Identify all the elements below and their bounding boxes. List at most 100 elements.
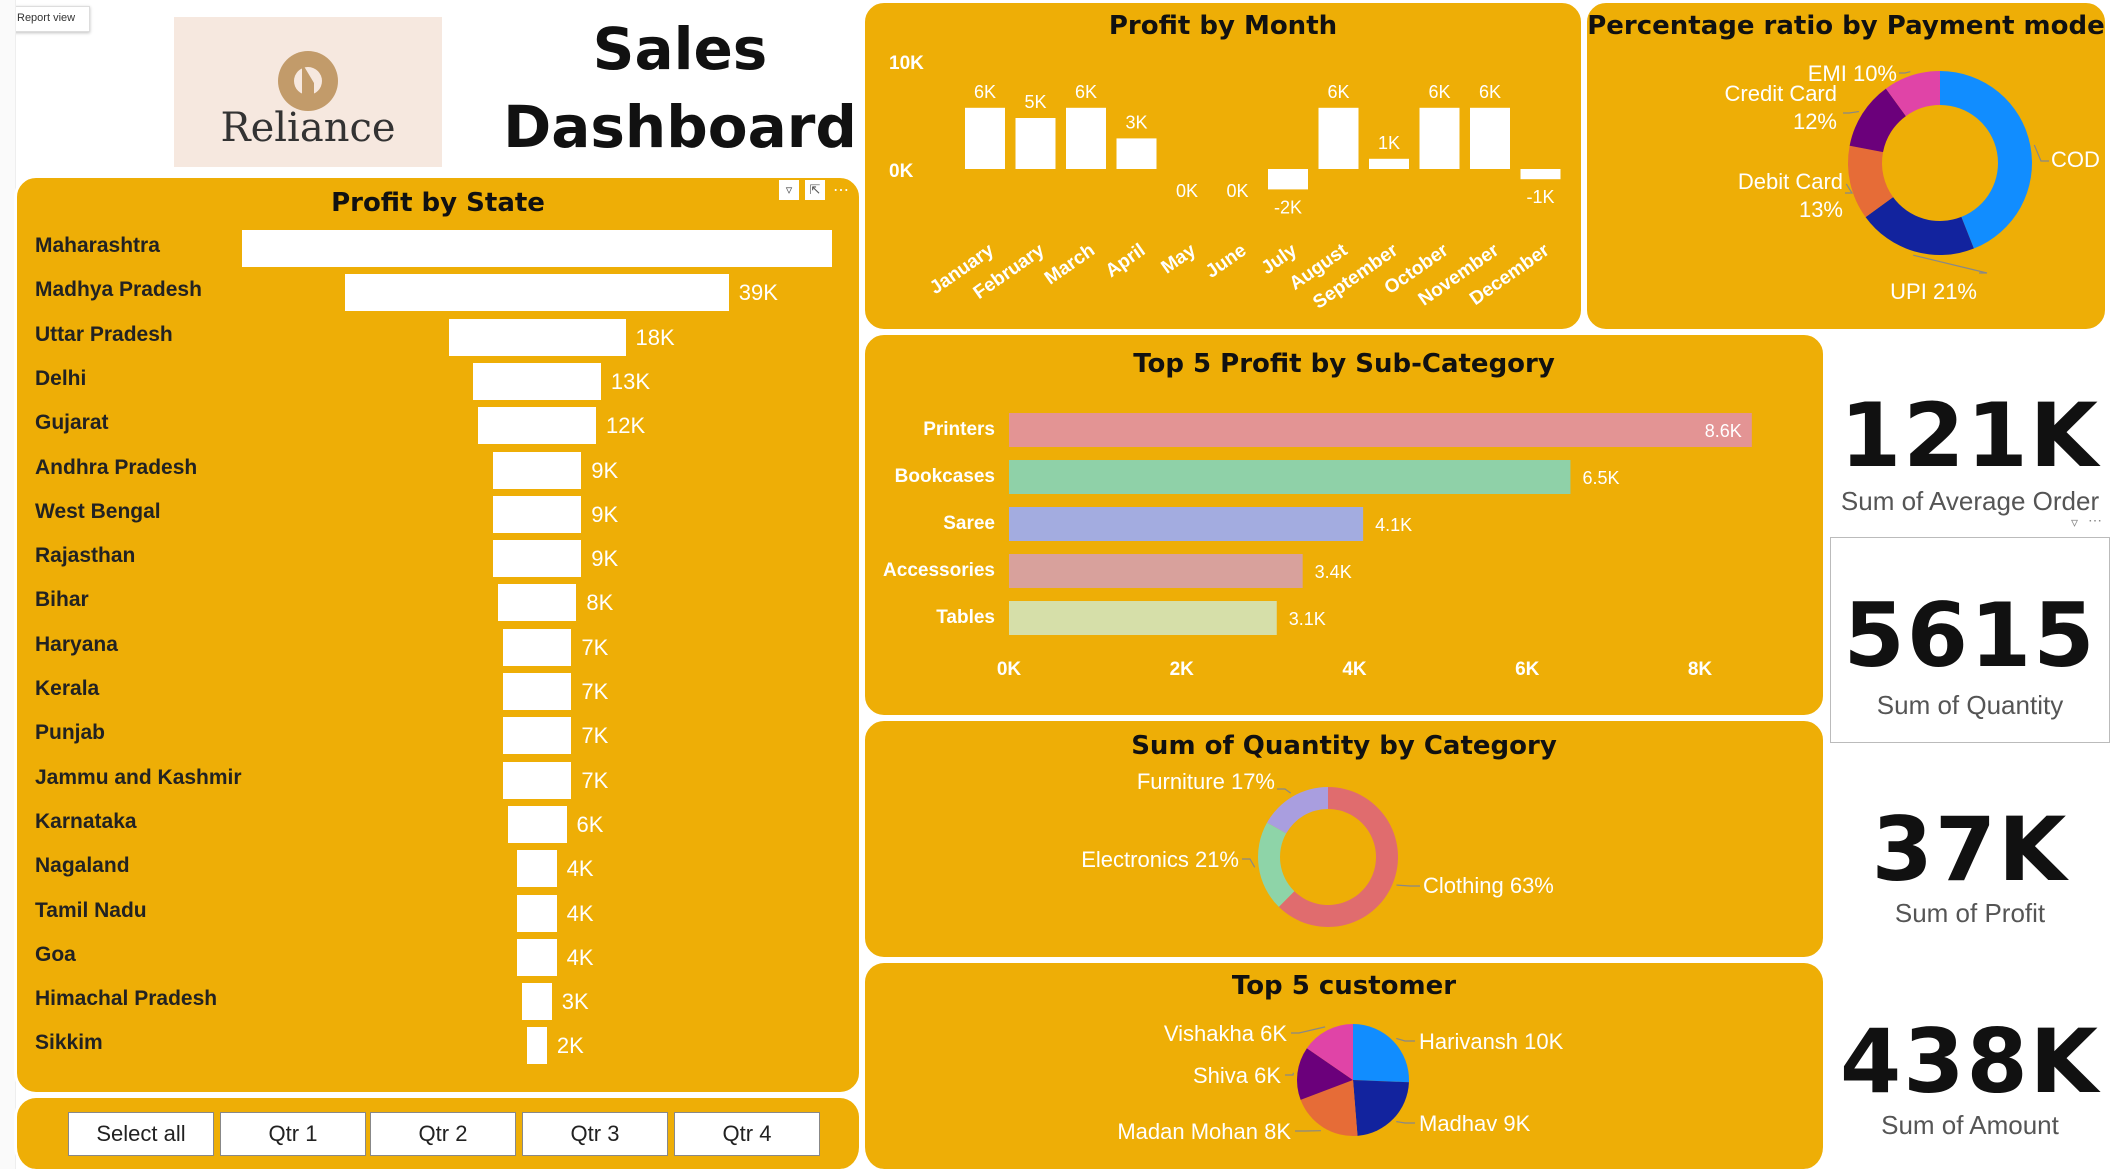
- month-ytick-zero: 0K: [889, 161, 914, 182]
- kpi-more-options-icon[interactable]: ⋯: [2088, 512, 2102, 529]
- state-label: Bihar: [35, 588, 89, 612]
- state-bar[interactable]: [492, 540, 582, 578]
- state-bar[interactable]: [473, 362, 601, 400]
- state-bar[interactable]: [502, 628, 572, 666]
- subcat-xtick-label: 8K: [1688, 659, 1713, 680]
- top-customer-panel[interactable]: Top 5 customer Harivansh 10K Madhav 9K Mad…: [862, 960, 1826, 1169]
- state-value-label: 9K: [591, 501, 619, 527]
- month-bar: [1015, 118, 1056, 169]
- subcat-category-label: Bookcases: [895, 466, 995, 487]
- subcat-value-label: 8.6K: [1705, 421, 1742, 441]
- payment-mode-panel[interactable]: Percentage ratio by Payment mode COD 44%…: [1584, 0, 2108, 332]
- category-leader-line: [1277, 788, 1292, 794]
- state-label: West Bengal: [35, 499, 161, 523]
- state-bar[interactable]: [507, 805, 567, 843]
- dashboard-title: Sales Dashboard: [500, 10, 860, 166]
- kpi-amount-card[interactable]: 438K Sum of Amount: [1828, 960, 2112, 1165]
- kpi-average-order-card[interactable]: 121K Sum of Average Order ▿ ⋯: [1828, 332, 2112, 532]
- subcat-xtick-label: 4K: [1342, 659, 1367, 680]
- category-leader-line: [1396, 884, 1420, 887]
- subcategory-panel[interactable]: Top 5 Profit by Sub-Category Printers 8.6…: [862, 332, 1826, 718]
- payment-label-upi: UPI 21%: [1890, 279, 1977, 304]
- payment-label-credit: Credit Card 12%: [1725, 81, 1837, 134]
- state-bar[interactable]: [497, 584, 577, 622]
- month-bar: [1066, 107, 1106, 169]
- state-label: Kerala: [35, 677, 100, 700]
- subcat-bar: [1009, 507, 1364, 541]
- state-bar[interactable]: [345, 274, 729, 312]
- report-view-tab[interactable]: Report view: [6, 6, 90, 32]
- month-tick-label: May: [1158, 240, 1201, 279]
- profit-by-month-panel[interactable]: Profit by Month 10K 0K 6K January 5K February…: [862, 0, 1584, 332]
- state-value-label: 8K: [586, 590, 614, 616]
- profit-by-state-panel[interactable]: Profit by State ▿ ⇱ ⋯ Maharashtra Madhya …: [14, 175, 862, 1095]
- state-bar[interactable]: [517, 894, 557, 932]
- state-bar[interactable]: [478, 407, 596, 445]
- subcat-bar: [1009, 460, 1571, 494]
- state-value-label: 13K: [610, 368, 651, 394]
- customer-leader-line: [1396, 1037, 1415, 1042]
- subcat-category-label: Accessories: [883, 560, 995, 581]
- subcat-bar: [1009, 554, 1303, 588]
- state-label: Nagaland: [35, 854, 130, 878]
- quarter-button-1[interactable]: Qtr 1: [220, 1112, 366, 1156]
- state-bar[interactable]: [492, 451, 582, 489]
- reliance-logo: Reliance: [174, 17, 442, 167]
- month-value-label: 0K: [1226, 181, 1248, 201]
- month-value-label: 5K: [1024, 92, 1046, 112]
- subcat-value-label: 4.1K: [1375, 515, 1412, 535]
- filter-icon[interactable]: ▿: [779, 180, 799, 200]
- kpi-quantity-card[interactable]: 5615 Sum of Quantity: [1830, 537, 2110, 743]
- month-ytick-top: 10K: [889, 53, 924, 74]
- month-value-label: 3K: [1125, 112, 1147, 132]
- month-bar: [965, 107, 1005, 169]
- state-bar[interactable]: [517, 850, 557, 888]
- state-value-label: 9K: [591, 457, 619, 483]
- subcat-xtick-label: 6K: [1515, 659, 1540, 680]
- state-label: Himachal Pradesh: [35, 987, 218, 1011]
- category-label-clothing: Clothing 63%: [1423, 873, 1554, 898]
- quarter-button-3[interactable]: Qtr 3: [522, 1112, 668, 1156]
- state-value-label: 12K: [606, 413, 646, 439]
- month-tick-label: April: [1102, 240, 1149, 282]
- payment-leader-line: [1843, 110, 1860, 114]
- state-bar[interactable]: [502, 673, 572, 710]
- state-value-label: 7K: [581, 767, 609, 793]
- more-options-icon[interactable]: ⋯: [831, 180, 851, 200]
- month-value-label: 6K: [1075, 82, 1097, 102]
- state-label: Tamil Nadu: [35, 898, 147, 922]
- select-all-button[interactable]: Select all: [68, 1112, 214, 1156]
- state-bar[interactable]: [242, 230, 832, 267]
- focus-mode-icon[interactable]: ⇱: [805, 180, 825, 200]
- payment-slice: [1865, 197, 1974, 256]
- state-bar[interactable]: [502, 717, 572, 755]
- subcat-value-label: 6.5K: [1582, 468, 1619, 488]
- subcat-bar: [1009, 413, 1752, 447]
- state-bar[interactable]: [517, 938, 557, 976]
- customer-slice: [1353, 1024, 1409, 1083]
- state-bar[interactable]: [502, 761, 572, 799]
- state-bar[interactable]: [448, 318, 626, 356]
- payment-leader-line: [2033, 144, 2049, 162]
- month-bar: [1116, 138, 1157, 169]
- profit-by-month-chart: 10K0K6KJanuary5KFebruary6KMarch3KApril0K…: [889, 53, 1561, 313]
- kpi-amount-label: Sum of Amount: [1881, 1110, 2059, 1140]
- category-panel[interactable]: Sum of Quantity by Category Clothing 63%…: [862, 718, 1826, 960]
- subcat-bar: [1009, 601, 1277, 635]
- state-bar[interactable]: [492, 495, 582, 533]
- subcat-category-label: Saree: [943, 513, 995, 534]
- payment-leader-line: [1913, 254, 1988, 274]
- kpi-profit-label: Sum of Profit: [1894, 898, 2046, 928]
- quarter-button-2[interactable]: Qtr 2: [370, 1112, 516, 1156]
- state-bar[interactable]: [522, 983, 552, 1021]
- state-label: Andhra Pradesh: [35, 455, 198, 479]
- kpi-profit-card[interactable]: 37K Sum of Profit: [1828, 748, 2112, 948]
- month-bar: [1419, 107, 1460, 169]
- state-bar[interactable]: [527, 1027, 547, 1065]
- state-value-label: 4K: [566, 856, 594, 882]
- kpi-filter-icon[interactable]: ▿: [2071, 514, 2078, 531]
- quarter-button-4[interactable]: Qtr 4: [674, 1112, 820, 1156]
- payment-label-cod: COD 44%: [2051, 147, 2108, 172]
- customer-label-vishakha: Vishakha 6K: [1164, 1021, 1287, 1046]
- payment-label-debit: Debit Card 13%: [1738, 169, 1843, 222]
